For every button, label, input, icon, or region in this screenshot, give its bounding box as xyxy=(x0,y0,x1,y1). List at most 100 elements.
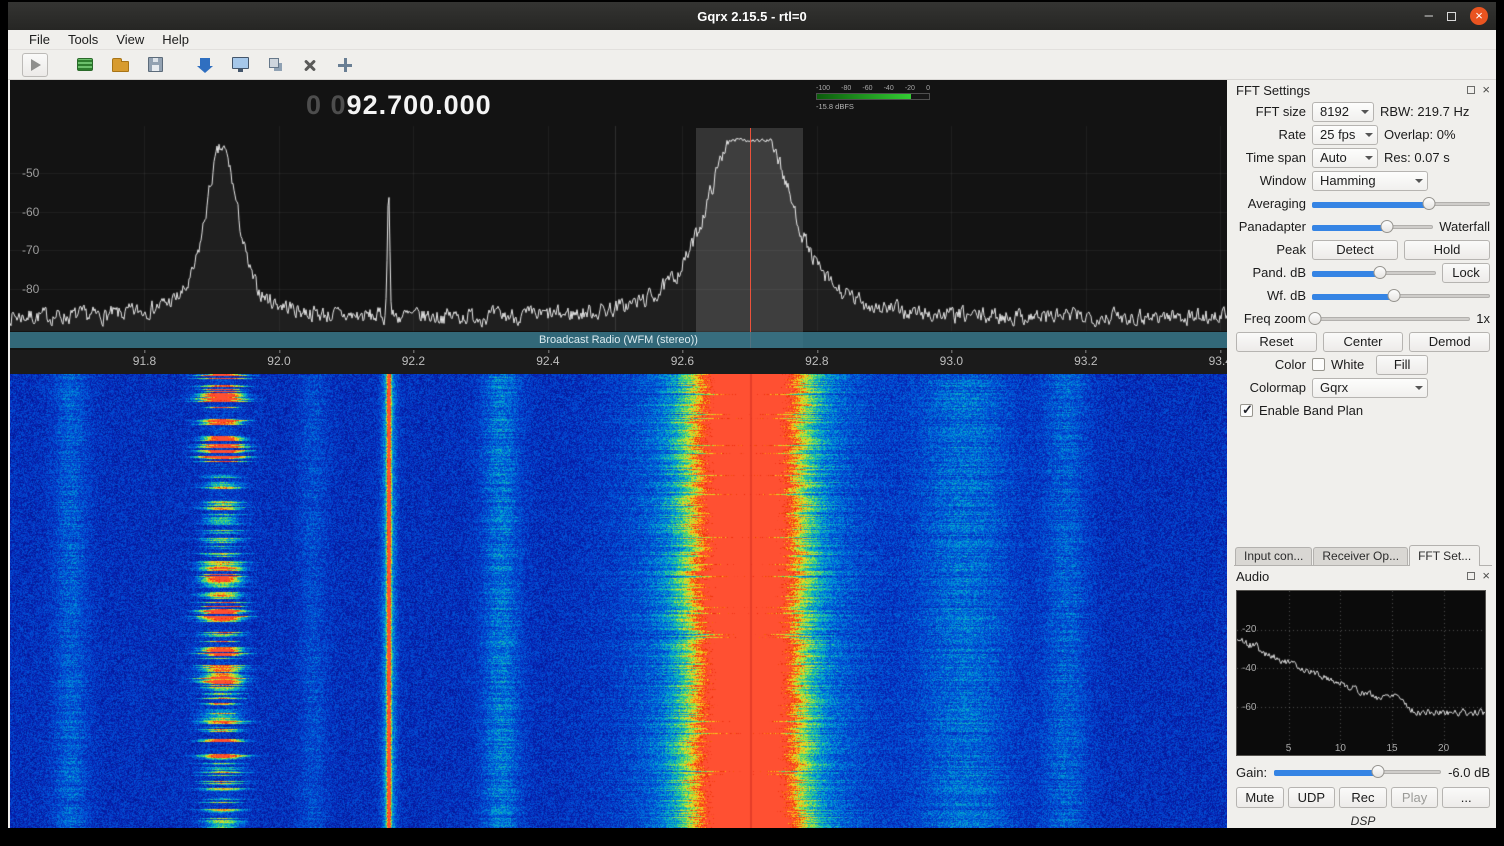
fft-size-value: 8192 xyxy=(1320,104,1349,119)
freq-tick: 92.4 xyxy=(536,354,559,368)
pand-db-slider[interactable] xyxy=(1312,265,1436,281)
titlebar[interactable]: Gqrx 2.15.5 - rtl=0 – × xyxy=(8,2,1496,30)
tab-receiver-options[interactable]: Receiver Op... xyxy=(1313,547,1408,565)
audio-db-label: -40 xyxy=(1242,663,1256,674)
audio-db-label: -20 xyxy=(1242,624,1256,635)
udp-button[interactable]: UDP xyxy=(1288,787,1336,808)
meter-value: -15.8 dBFS xyxy=(816,102,930,111)
window-combo[interactable]: Hamming xyxy=(1312,171,1428,191)
start-dsp-icon xyxy=(31,59,41,71)
frequency-readout[interactable]: 0 092.700.000 xyxy=(306,90,492,121)
demod-button[interactable]: Demod xyxy=(1409,332,1490,352)
rate-combo[interactable]: 25 fps xyxy=(1312,125,1378,145)
float-dock-icon[interactable] xyxy=(1467,572,1475,580)
frequency-scale[interactable]: 91.8 92.0 92.2 92.4 92.6 92.8 93.0 93.2 … xyxy=(10,350,1227,374)
tab-fft-settings[interactable]: FFT Set... xyxy=(1409,545,1480,566)
colormap-combo[interactable]: Gqrx xyxy=(1312,378,1428,398)
signal-strength-meter: -100 -80 -60 -40 -20 0 -15.8 dBFS xyxy=(816,85,930,111)
fft-size-row: FFT size 8192 RBW: 219.7 Hz xyxy=(1234,100,1492,123)
chevron-down-icon xyxy=(1365,156,1373,160)
maximize-button[interactable] xyxy=(1447,12,1456,21)
waterfall-canvas[interactable] xyxy=(10,374,1227,828)
remote-control-button[interactable] xyxy=(227,53,253,77)
slider-handle[interactable] xyxy=(1381,220,1394,233)
center-button[interactable]: Center xyxy=(1323,332,1404,352)
io-devices-button[interactable] xyxy=(72,53,98,77)
freq-tick: 93.4 xyxy=(1209,354,1227,368)
rate-value: 25 fps xyxy=(1320,127,1355,142)
close-dock-icon[interactable]: × xyxy=(1482,571,1490,581)
reset-button[interactable]: Reset xyxy=(1236,332,1317,352)
enable-band-plan-label: Enable Band Plan xyxy=(1259,403,1363,418)
waterfall-label: Waterfall xyxy=(1439,219,1490,234)
colormap-value: Gqrx xyxy=(1320,380,1348,395)
chevron-down-icon xyxy=(1415,179,1423,183)
close-dock-icon[interactable]: × xyxy=(1482,85,1490,95)
slider-handle[interactable] xyxy=(1309,312,1322,325)
white-label: White xyxy=(1331,357,1364,372)
frequency-digits[interactable]: 92.700.000 xyxy=(347,90,492,120)
close-button[interactable]: × xyxy=(1470,7,1488,25)
spectrum-canvas[interactable] xyxy=(10,80,1227,350)
freq-zoom-value: 1x xyxy=(1476,311,1490,326)
fill-button[interactable]: Fill xyxy=(1376,355,1428,375)
tools-icon xyxy=(302,57,318,73)
menubar: File Tools View Help xyxy=(8,30,1496,50)
meter-tick: -80 xyxy=(841,85,851,92)
wf-db-slider[interactable] xyxy=(1312,288,1490,304)
iq-record-icon xyxy=(269,58,279,68)
window-controls: – × xyxy=(1425,2,1488,30)
pan-button[interactable] xyxy=(332,53,358,77)
zoom-buttons-row: Reset Center Demod xyxy=(1234,330,1492,353)
start-dsp-button[interactable] xyxy=(22,53,48,77)
save-settings-button[interactable] xyxy=(142,53,168,77)
averaging-row: Averaging xyxy=(1234,192,1492,215)
tuned-frequency-line[interactable] xyxy=(750,128,751,348)
gain-row: Gain: -6.0 dB xyxy=(1234,760,1492,784)
float-dock-icon[interactable] xyxy=(1467,86,1475,94)
averaging-slider[interactable] xyxy=(1312,196,1490,212)
peak-detect-button[interactable]: Detect xyxy=(1312,240,1398,260)
chevron-down-icon xyxy=(1415,386,1423,390)
peak-hold-button[interactable]: Hold xyxy=(1404,240,1490,260)
rec-button[interactable]: Rec xyxy=(1339,787,1387,808)
play-button[interactable]: Play xyxy=(1391,787,1439,808)
audio-freq-label: 10 xyxy=(1335,743,1346,754)
averaging-label: Averaging xyxy=(1234,196,1306,211)
slider-handle[interactable] xyxy=(1387,289,1400,302)
menu-tools[interactable]: Tools xyxy=(59,32,107,47)
tab-input-controls[interactable]: Input con... xyxy=(1235,547,1312,565)
white-checkbox[interactable] xyxy=(1312,358,1325,371)
meter-scale: -100 -80 -60 -40 -20 0 xyxy=(816,85,930,92)
save-settings-icon xyxy=(148,57,163,72)
res-label: Res: 0.07 s xyxy=(1384,150,1450,165)
gain-slider[interactable] xyxy=(1274,764,1441,780)
lock-button[interactable]: Lock xyxy=(1442,263,1490,283)
mute-button[interactable]: Mute xyxy=(1236,787,1284,808)
load-settings-button[interactable] xyxy=(107,53,133,77)
enable-band-plan-checkbox[interactable] xyxy=(1240,404,1253,417)
slider-handle[interactable] xyxy=(1374,266,1387,279)
db-axis-label: -80 xyxy=(22,282,39,296)
meter-bar xyxy=(816,93,930,100)
menu-help[interactable]: Help xyxy=(153,32,198,47)
audio-freq-label: 15 xyxy=(1386,743,1397,754)
bookmarks-button[interactable] xyxy=(192,53,218,77)
minimize-button[interactable]: – xyxy=(1425,11,1433,21)
waterfall-panel xyxy=(10,374,1227,828)
iq-record-button[interactable] xyxy=(262,53,288,77)
frequency-leading-zeros: 0 0 xyxy=(306,90,347,120)
menu-file[interactable]: File xyxy=(20,32,59,47)
more-options-button[interactable]: ... xyxy=(1442,787,1490,808)
fft-size-combo[interactable]: 8192 xyxy=(1312,102,1374,122)
menu-view[interactable]: View xyxy=(107,32,153,47)
color-row: Color White Fill xyxy=(1234,353,1492,376)
tools-button[interactable] xyxy=(297,53,323,77)
slider-handle[interactable] xyxy=(1371,765,1384,778)
slider-handle[interactable] xyxy=(1423,197,1436,210)
fft-settings-title: FFT Settings xyxy=(1236,83,1310,98)
panadapter-slider[interactable] xyxy=(1312,219,1433,235)
time-span-combo[interactable]: Auto xyxy=(1312,148,1378,168)
freq-zoom-slider[interactable] xyxy=(1312,311,1470,327)
freq-zoom-row: Freq zoom 1x xyxy=(1234,307,1492,330)
